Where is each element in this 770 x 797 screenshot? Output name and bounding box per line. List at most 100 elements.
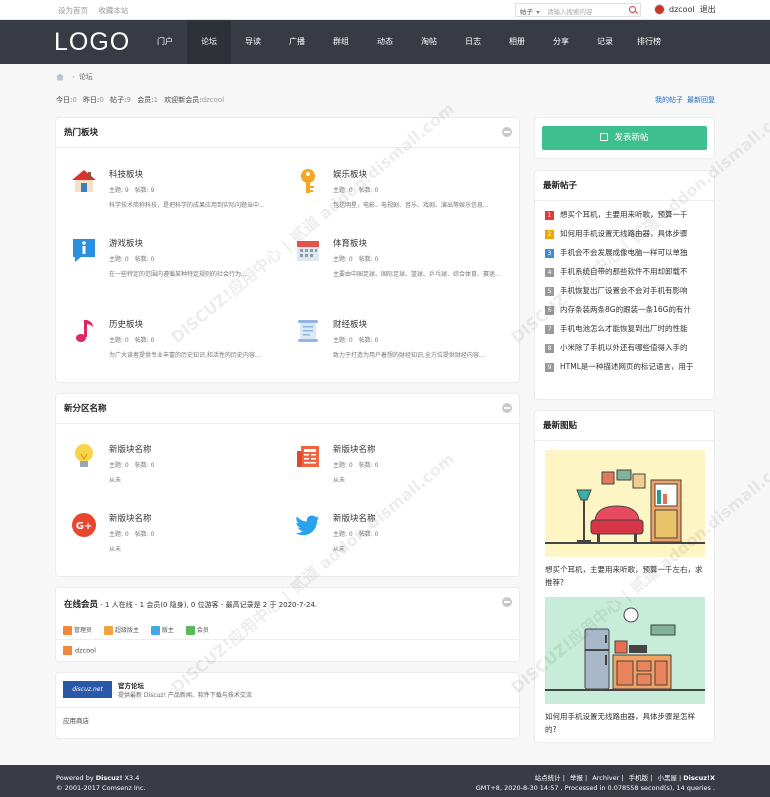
username[interactable]: dzcool xyxy=(669,5,695,14)
list-item[interactable]: 5 手机恢复出厂设置会不会对手机有影响 xyxy=(545,285,705,304)
legend-mod: 版主 xyxy=(150,625,174,635)
user-menu: dzcool 退出 xyxy=(654,4,716,15)
nav-item-share[interactable]: 分享 xyxy=(539,20,583,64)
nav-item-blog[interactable]: 日志 xyxy=(451,20,495,64)
latest-posts-card: 最新帖子 1 想买个耳机，主要用来听歌，预算一千 2 如何用手机设置无线路由器，具体… xyxy=(534,170,715,400)
home-icon[interactable] xyxy=(56,73,64,81)
rank-badge: 6 xyxy=(545,305,554,315)
search-icon[interactable] xyxy=(629,6,636,13)
forum-counts: 主题: 0 帖数: 0 xyxy=(333,187,379,194)
list-item[interactable]: 3 手机会不会发展成像电脑一样可以单独 xyxy=(545,247,705,266)
discuz-logo[interactable]: discuz.net xyxy=(63,681,112,698)
search-input[interactable]: 请输入搜索内容 xyxy=(547,6,593,16)
chevron-down-icon xyxy=(536,10,540,14)
nav-item-broadcast[interactable]: 广播 xyxy=(275,20,319,64)
list-item[interactable]: 9 HTML是一种描述网页的标记语言，用于 xyxy=(545,361,705,380)
edit-icon xyxy=(600,132,609,141)
online-title: 在线会员 - 1 人在线 - 1 会员(0 隐身), 0 位游客 - 最高记录是… xyxy=(64,600,318,610)
forum-name[interactable]: 财经板块 xyxy=(333,318,367,330)
collapse-icon[interactable] xyxy=(502,127,512,137)
search-scope-select[interactable]: 帖子 xyxy=(520,6,540,16)
breadcrumb-separator: › xyxy=(72,73,75,81)
footer-link-report[interactable]: 举报 xyxy=(570,774,583,782)
avatar[interactable] xyxy=(654,4,665,15)
new-post-button[interactable]: 发表新帖 xyxy=(542,126,707,150)
stat-members: 会员:1 xyxy=(137,96,159,104)
powered-by: Powered by Discuz! X3.4 xyxy=(56,774,140,782)
pic-caption[interactable]: 如何用手机设置无线路由器，具体步骤是怎样的? xyxy=(545,710,705,736)
latest-posts-list: 1 想买个耳机，主要用来听歌，预算一千 2 如何用手机设置无线路由器，具体步骤 3手… xyxy=(545,209,705,380)
pic-item[interactable]: 想买个耳机，主要用来听歌，预算一千左右，求推荐? xyxy=(545,450,705,589)
forum-counts: 主题: 0 帖数: 0 xyxy=(109,337,155,344)
forum-name[interactable]: 新版块名称 xyxy=(109,512,152,524)
forum-desc: 从未 xyxy=(109,546,122,553)
nav-item-collection[interactable]: 淘帖 xyxy=(407,20,451,64)
nav-item-ranklist[interactable]: 排行榜 xyxy=(627,20,671,64)
footer-link-archiver[interactable]: Archiver xyxy=(592,774,619,782)
list-item[interactable]: 2 如何用手机设置无线路由器，具体步骤 xyxy=(545,228,705,247)
nav-item-groups[interactable]: 群组 xyxy=(319,20,363,64)
newest-member-link[interactable]: dzcool xyxy=(202,96,224,104)
nav-item-activity[interactable]: 动态 xyxy=(363,20,407,64)
site-logo[interactable]: LOGO xyxy=(54,28,130,57)
list-item[interactable]: 1 想买个耳机，主要用来听歌，预算一千 xyxy=(545,209,705,228)
forum-desc: 在一些特定的范围内遵循某种特定规则的社会行为... xyxy=(109,271,247,278)
forum-desc: 科学技术简称科技，是把科学的成果应用到实际问题当中... xyxy=(109,202,265,209)
forum-name[interactable]: 新版块名称 xyxy=(333,443,376,455)
rank-badge: 1 xyxy=(545,210,554,220)
footer-link-blackroom[interactable]: 小黑屋 xyxy=(657,774,677,782)
list-item[interactable]: 6 内存条装两条8G的跟装一条16G的有什 xyxy=(545,304,705,323)
forum-name[interactable]: 科技板块 xyxy=(109,168,143,180)
footer-link-mobile[interactable]: 手机版 xyxy=(629,774,649,782)
bookmark-link[interactable]: 收藏本站 xyxy=(98,6,128,15)
forum-name[interactable]: 新版块名称 xyxy=(333,512,376,524)
breadcrumb: › 论坛 xyxy=(56,72,93,82)
new-zone-title: 新分区名称 xyxy=(56,394,519,424)
list-item[interactable]: 4 手机系统自带的那些软件不用却卸载不 xyxy=(545,266,705,285)
collapse-icon[interactable] xyxy=(502,597,512,607)
pic-caption[interactable]: 想买个耳机，主要用来听歌，预算一千左右，求推荐? xyxy=(545,563,705,589)
logout-link[interactable]: 退出 xyxy=(700,5,716,14)
nav-item-guide[interactable]: 导读 xyxy=(231,20,275,64)
forum-name[interactable]: 体育板块 xyxy=(333,237,367,249)
forum-name[interactable]: 新版块名称 xyxy=(109,443,152,455)
latest-replies-link[interactable]: 最新回复 xyxy=(687,96,715,104)
list-item[interactable]: 7 手机电池怎么才能恢复到出厂时的性能 xyxy=(545,323,705,342)
nav-item-album[interactable]: 相册 xyxy=(495,20,539,64)
nav-item-forum[interactable]: 论坛 xyxy=(187,20,231,64)
latest-pics-card: 最新图贴 想买个耳机，主要用来听歌，预算一千左右，求推荐? 如何用手机设置无线路… xyxy=(534,410,715,743)
legend-super-mod: 超级版主 xyxy=(103,625,139,635)
forum-name[interactable]: 历史板块 xyxy=(109,318,143,330)
rank-badge: 8 xyxy=(545,343,554,353)
footer-link-discuzx[interactable]: Discuz!X xyxy=(683,774,715,782)
top-bar: 设为首页 收藏本站 帖子 请输入搜索内容 dzcool 退出 xyxy=(0,0,770,20)
hot-forums-title: 热门板块 xyxy=(56,118,519,148)
lightbulb-icon xyxy=(75,444,93,467)
user-icon xyxy=(63,646,72,655)
footer-debug: GMT+8, 2020-8-30 14:57 , Processed in 0.… xyxy=(475,784,715,792)
latest-posts-title: 最新帖子 xyxy=(535,171,714,201)
app-store-link[interactable]: 应用商店 xyxy=(63,715,89,725)
online-members-card: 在线会员 - 1 人在线 - 1 会员(0 隐身), 0 位游客 - 最高记录是… xyxy=(55,587,520,662)
discuz-link[interactable]: Discuz! xyxy=(96,774,123,782)
legend-member: 会员 xyxy=(185,625,209,635)
list-item[interactable]: 8 小米除了手机以外还有哪些值得入手的 xyxy=(545,342,705,361)
member-legend: 管理员 超级版主 版主 会员 xyxy=(63,625,219,635)
forum-counts: 主题: 0 帖数: 0 xyxy=(333,256,379,263)
collapse-icon[interactable] xyxy=(502,403,512,413)
forum-name[interactable]: 游戏板块 xyxy=(109,237,143,249)
hot-forums-card: 热门板块 科技板块 主题: 9 帖数: 9 科学技术简称科技，是把科学的成果应用到… xyxy=(55,117,520,383)
house-icon xyxy=(72,170,96,192)
set-home-link[interactable]: 设为首页 xyxy=(58,6,88,15)
nav-item-portal[interactable]: 门户 xyxy=(143,20,187,64)
breadcrumb-current[interactable]: 论坛 xyxy=(79,73,93,81)
nav-item-doing[interactable]: 记录 xyxy=(583,20,627,64)
online-user[interactable]: dzcool xyxy=(63,646,96,655)
forum-name[interactable]: 娱乐板块 xyxy=(333,168,367,180)
friend-link-name[interactable]: 官方论坛 xyxy=(118,680,144,690)
forum-counts: 主题: 0 帖数: 0 xyxy=(109,462,155,469)
footer-link-stats[interactable]: 站点统计 xyxy=(535,774,561,782)
my-links: 我的帖子 最新回复 xyxy=(651,95,715,105)
my-posts-link[interactable]: 我的帖子 xyxy=(655,96,683,104)
pic-item[interactable]: 如何用手机设置无线路由器，具体步骤是怎样的? xyxy=(545,597,705,736)
